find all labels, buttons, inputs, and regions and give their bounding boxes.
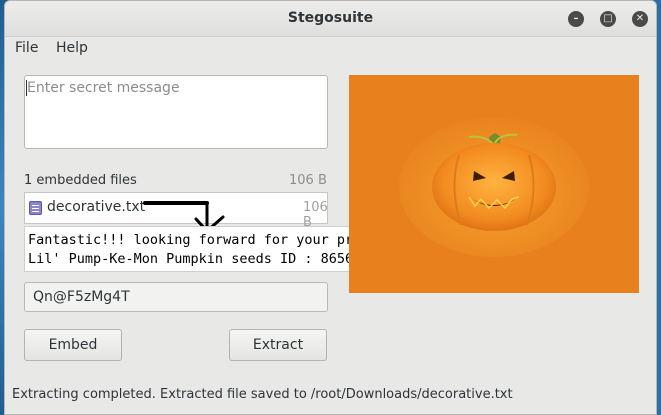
app-window: Stegosuite – □ ✕ File Help Enter secret … bbox=[4, 0, 657, 415]
menu-help[interactable]: Help bbox=[56, 40, 88, 56]
password-value: Qn@F5zMg4T bbox=[33, 289, 130, 305]
embed-button[interactable]: Embed bbox=[24, 329, 122, 361]
extract-button[interactable]: Extract bbox=[229, 329, 327, 361]
text-file-icon bbox=[29, 201, 42, 215]
title-bar[interactable]: Stegosuite – □ ✕ bbox=[5, 1, 656, 37]
close-icon[interactable]: ✕ bbox=[632, 11, 648, 27]
status-bar: Extracting completed. Extracted file sav… bbox=[12, 387, 513, 402]
embedded-files-total-size: 106 B bbox=[289, 173, 327, 188]
carrier-image bbox=[349, 75, 639, 293]
pumpkin-image bbox=[349, 75, 639, 293]
embedded-files-label: 1 embedded files bbox=[24, 173, 137, 188]
window-title: Stegosuite bbox=[287, 10, 374, 26]
file-name[interactable]: decorative.txt bbox=[47, 199, 145, 215]
menu-bar: File Help bbox=[5, 37, 656, 59]
password-field[interactable]: Qn@F5zMg4T bbox=[24, 282, 328, 312]
minimize-icon[interactable]: – bbox=[568, 11, 584, 27]
secret-message-placeholder: Enter secret message bbox=[27, 80, 180, 96]
menu-file[interactable]: File bbox=[15, 40, 38, 56]
maximize-icon[interactable]: □ bbox=[600, 11, 616, 27]
secret-message-input[interactable]: Enter secret message bbox=[24, 75, 328, 149]
